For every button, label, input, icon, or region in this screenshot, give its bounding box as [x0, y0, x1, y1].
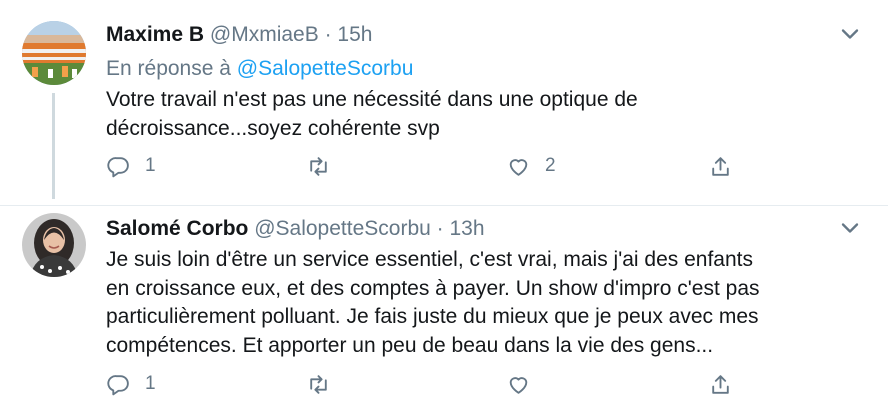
author-name[interactable]: Salomé Corbo — [106, 217, 248, 240]
reply-count: 1 — [145, 155, 156, 176]
reply-prefix: En réponse à — [106, 57, 231, 80]
tweet-content: Maxime B @MxmiaeB · 15h En réponse à @Sa… — [106, 20, 868, 143]
tweet-header: Salomé Corbo @SalopetteScorbu · 13h — [106, 214, 868, 244]
like-button[interactable] — [506, 366, 545, 402]
avatar-salome[interactable] — [22, 213, 86, 277]
tweet-thread: Maxime B @MxmiaeB · 15h En réponse à @Sa… — [0, 0, 888, 418]
like-count: 2 — [545, 155, 556, 176]
heart-icon — [509, 376, 528, 394]
tweet-text: Je suis loin d'être un service essentiel… — [106, 246, 868, 360]
tweet-actions: 1 2 — [106, 148, 746, 184]
reply-to-link[interactable]: @SalopetteScorbu — [237, 57, 414, 80]
retweet-button[interactable] — [306, 366, 345, 402]
reply-icon — [107, 156, 129, 177]
tweet-1[interactable]: Maxime B @MxmiaeB · 15h En réponse à @Sa… — [0, 0, 888, 206]
tweet-text-line: Votre travail n'est pas une nécessité da… — [106, 88, 638, 111]
reply-context: En réponse à @SalopetteScorbu — [106, 54, 868, 84]
tweet-time[interactable]: 15h — [337, 23, 372, 46]
thread-connector-line — [52, 93, 55, 199]
author-name[interactable]: Maxime B — [106, 23, 204, 46]
tweet-header: Maxime B @MxmiaeB · 15h — [106, 20, 868, 50]
retweet-icon — [310, 374, 327, 394]
retweet-button[interactable] — [306, 148, 345, 184]
reply-button[interactable]: 1 — [106, 366, 156, 402]
share-icon — [712, 374, 729, 394]
chevron-down-icon[interactable] — [836, 214, 864, 242]
reply-icon — [107, 374, 129, 395]
avatar-maxime[interactable] — [22, 21, 86, 85]
tweet-text-line: particulièrement polluant. Je fais juste… — [106, 305, 759, 328]
tweet-text-line: en croissance eux, et des comptes à paye… — [106, 276, 760, 300]
tweet-text: Votre travail n'est pas une nécessité da… — [106, 86, 868, 143]
reply-button[interactable]: 1 — [106, 148, 156, 184]
author-handle[interactable]: @SalopetteScorbu — [254, 217, 431, 240]
tweet-actions: 1 — [106, 366, 746, 402]
retweet-icon — [310, 156, 327, 176]
tweet-content: Salomé Corbo @SalopetteScorbu · 13h Je s… — [106, 214, 868, 360]
separator-dot: · — [324, 23, 332, 46]
tweet-text-line: Je suis loin d'être un service essentiel… — [106, 248, 753, 271]
tweet-2[interactable]: Salomé Corbo @SalopetteScorbu · 13h Je s… — [0, 206, 888, 418]
like-button[interactable]: 2 — [506, 148, 556, 184]
share-button[interactable] — [708, 366, 733, 402]
separator-dot: · — [436, 217, 444, 240]
tweet-time[interactable]: 13h — [449, 217, 484, 240]
share-icon — [712, 156, 729, 176]
author-handle[interactable]: @MxmiaeB — [210, 23, 319, 46]
chevron-down-icon[interactable] — [836, 20, 864, 48]
heart-icon — [509, 158, 528, 176]
share-button[interactable] — [708, 148, 733, 184]
tweet-text-line: compétences. Et apporter un peu de beau … — [106, 333, 714, 357]
reply-count: 1 — [145, 373, 156, 394]
tweet-text-line: décroissance...soyez cohérente svp — [106, 116, 440, 140]
